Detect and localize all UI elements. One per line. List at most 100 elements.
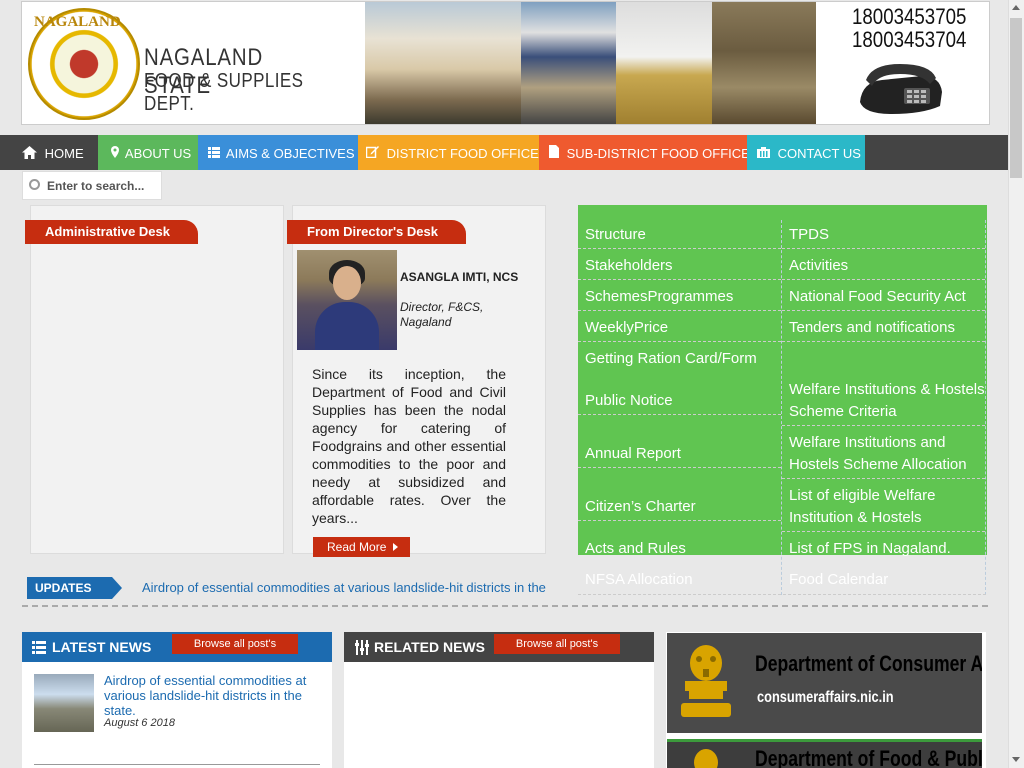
nav-district-label: DISTRICT FOOD OFFICE (386, 146, 539, 161)
nav-district-food-office[interactable]: DISTRICT FOOD OFFICE (358, 135, 539, 170)
link-eligible-welfare-institutions[interactable]: List of eligible Welfare Institution & H… (782, 485, 985, 529)
consumer-affairs-title: Department of Consumer Affairs (755, 651, 982, 676)
quick-links-row-divider (578, 248, 781, 249)
search-box (22, 171, 162, 200)
nav-aims-label: AIMS & OBJECTIVES (225, 146, 355, 161)
updates-label: UPDATES (27, 577, 122, 599)
banner-photo-building (365, 2, 521, 124)
quick-links-row-divider (782, 531, 985, 532)
banner-photo-grain (616, 2, 712, 124)
national-emblem-icon (694, 749, 718, 768)
quick-links-row-divider (782, 341, 985, 342)
quick-links-bottom-border (578, 594, 986, 595)
quick-links-row-divider (578, 520, 781, 521)
news-item-title[interactable]: Airdrop of essential commodities at vari… (104, 673, 314, 718)
consumer-affairs-url: consumeraffairs.nic.in (757, 689, 894, 706)
read-more-button[interactable]: Read More (313, 537, 410, 557)
link-activities[interactable]: Activities (782, 255, 985, 277)
link-tenders-notifications[interactable]: Tenders and notifications (782, 317, 985, 339)
banner-photo-sacks (712, 2, 816, 124)
link-structure[interactable]: Structure (578, 224, 781, 246)
link-acts-and-rules[interactable]: Acts and Rules (578, 538, 781, 560)
scroll-down-arrow-icon[interactable] (1012, 757, 1020, 762)
read-more-label: Read More (327, 540, 387, 554)
consumer-affairs-banner[interactable]: Department of Consumer Affairs consumera… (667, 633, 982, 733)
director-photo (297, 250, 397, 350)
updates-ticker[interactable]: Airdrop of essential commodities at vari… (142, 580, 546, 595)
file-icon (549, 145, 559, 158)
nav-sub-district-food-office[interactable]: SUB-DISTRICT FOOD OFFICE (539, 135, 750, 170)
state-emblem-logo: NAGALAND (28, 8, 140, 120)
map-marker-icon (111, 146, 119, 158)
home-icon (22, 146, 37, 159)
scroll-up-arrow-icon[interactable] (1012, 5, 1020, 10)
food-public-distribution-banner[interactable]: Department of Food & Public Distribution (667, 739, 982, 768)
national-emblem-icon (681, 645, 731, 717)
quick-links-row-divider (578, 279, 781, 280)
search-input[interactable] (47, 176, 157, 196)
director-designation: Director, F&CS, Nagaland (400, 300, 484, 329)
quick-links-right-border (985, 220, 986, 595)
site-logo[interactable]: NAGALAND NAGALAND STATE FOOD & SUPPLIES … (22, 2, 365, 124)
link-ration-card-form[interactable]: Getting Ration Card/Form (578, 348, 781, 370)
link-food-calendar[interactable]: Food Calendar (782, 569, 985, 591)
quick-links-row-divider (782, 310, 985, 311)
news-divider (34, 764, 320, 765)
quick-links-row-divider (578, 467, 781, 468)
link-citizens-charter[interactable]: Citizen’s Charter (578, 496, 781, 518)
related-news-body (344, 662, 654, 768)
link-welfare-scheme-criteria[interactable]: Welfare Institutions & Hostels Scheme Cr… (782, 379, 985, 423)
food-public-distribution-title: Department of Food & Public Distribution (755, 746, 982, 768)
nav-sub-district-label: SUB-DISTRICT FOOD OFFICE (566, 146, 750, 161)
link-annual-report[interactable]: Annual Report (578, 443, 781, 465)
link-schemes-programmes[interactable]: SchemesProgrammes (578, 286, 781, 308)
quick-links-row-divider (782, 279, 985, 280)
link-public-notice[interactable]: Public Notice (578, 390, 781, 412)
latest-news-browse-button[interactable]: Browse all post's (172, 634, 298, 654)
building-icon (757, 147, 770, 158)
nav-home[interactable]: HOME (12, 135, 98, 170)
helpline-number-2: 18003453704 (852, 27, 967, 52)
administrative-desk-title: Administrative Desk (25, 220, 198, 244)
nav-contact-label: CONTACT US (777, 146, 861, 161)
director-photo-face (333, 266, 361, 300)
logo-subtitle: FOOD & SUPPLIES DEPT. (144, 70, 304, 115)
link-fps-list[interactable]: List of FPS in Nagaland. (782, 538, 985, 560)
scrollbar-thumb[interactable] (1010, 18, 1022, 178)
related-news-browse-button[interactable]: Browse all post's (494, 634, 620, 654)
news-thumbnail[interactable] (34, 674, 94, 732)
caret-right-icon (393, 543, 398, 551)
search-icon (29, 179, 40, 190)
helpline-box: 18003453705 18003453704 (816, 2, 989, 124)
banner-photo-crowd (521, 2, 616, 124)
header-banner: NAGALAND NAGALAND STATE FOOD & SUPPLIES … (21, 1, 990, 125)
administrative-desk-panel (30, 205, 284, 554)
nav-home-label: HOME (44, 146, 84, 161)
quick-links-row-divider (782, 248, 985, 249)
quick-links-row-divider (578, 310, 781, 311)
sliders-icon (355, 640, 369, 655)
related-news-title: RELATED NEWS (374, 639, 485, 655)
link-tpds[interactable]: TPDS (782, 224, 985, 246)
news-item-date: August 6 2018 (104, 717, 175, 729)
link-welfare-scheme-allocation[interactable]: Welfare Institutions and Hostels Scheme … (782, 432, 985, 476)
link-nfsa-allocation[interactable]: NFSA Allocation (578, 569, 781, 591)
quick-links-row-divider (578, 414, 781, 415)
nav-aims-objectives[interactable]: AIMS & OBJECTIVES (198, 135, 358, 170)
list-icon (32, 641, 46, 654)
nav-about-us[interactable]: ABOUT US (98, 135, 198, 170)
director-photo-body (315, 302, 379, 350)
section-divider (22, 605, 988, 607)
nav-about-label: ABOUT US (124, 146, 192, 161)
director-name: ASANGLA IMTI, NCS (400, 270, 519, 284)
link-national-food-security-act[interactable]: National Food Security Act (782, 286, 985, 308)
edit-icon (366, 146, 379, 158)
link-stakeholders[interactable]: Stakeholders (578, 255, 781, 277)
nav-contact-us[interactable]: CONTACT US (747, 135, 865, 170)
link-weekly-price[interactable]: WeeklyPrice (578, 317, 781, 339)
main-nav: HOME ABOUT US AIMS & OBJECTIVES DISTRICT… (0, 135, 1010, 170)
quick-links-row-divider (578, 341, 781, 342)
telephone-icon (860, 64, 942, 114)
director-message: Since its inception, the Department of F… (312, 366, 506, 526)
quick-links-row-divider (782, 425, 985, 426)
